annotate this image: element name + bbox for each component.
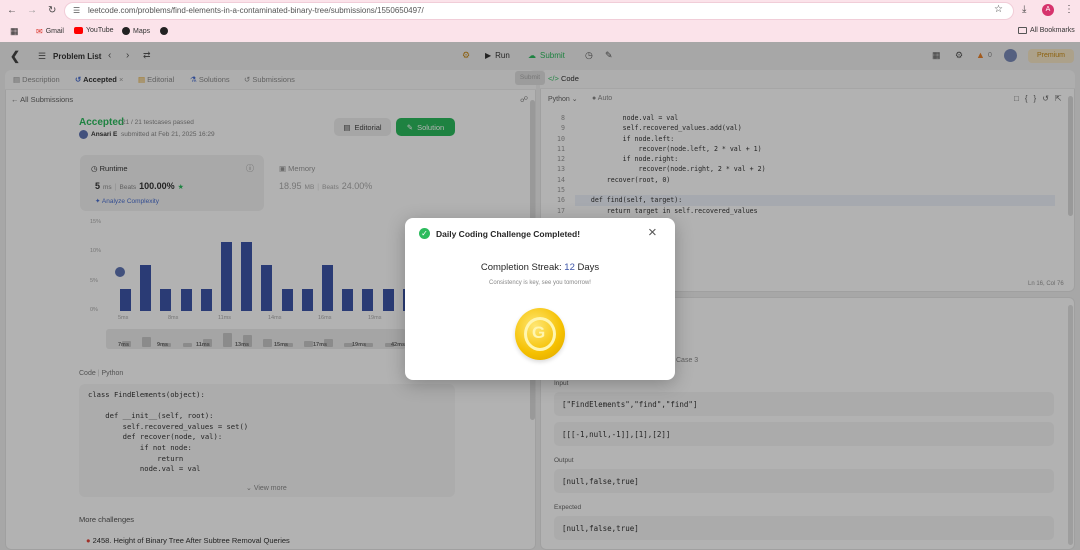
streak-value: 12	[564, 262, 575, 273]
star-icon[interactable]: ☆	[994, 4, 1003, 16]
check-circle-icon: ✓	[419, 228, 430, 239]
url-text: leetcode.com/problems/find-elements-in-a…	[88, 6, 424, 15]
modal-title: Daily Coding Challenge Completed!	[436, 229, 581, 239]
daily-challenge-modal: ✓ Daily Coding Challenge Completed! × Co…	[405, 218, 675, 380]
bookmark-maps[interactable]: Maps	[122, 27, 150, 35]
back-icon[interactable]: ←	[7, 5, 17, 17]
maps-icon	[122, 27, 130, 35]
streak-unit: Days	[577, 262, 600, 273]
modal-subtitle: Consistency is key, see you tomorrow!	[489, 280, 591, 286]
leetcode-coin-icon: G	[515, 308, 565, 360]
all-bookmarks[interactable]: All Bookmarks	[1018, 27, 1075, 34]
bookmark-youtube[interactable]: YouTube	[74, 27, 114, 34]
apps-grid-icon[interactable]: ▦	[10, 26, 19, 37]
bookmark-site[interactable]	[160, 27, 168, 35]
youtube-icon	[74, 27, 83, 34]
close-icon[interactable]: ×	[648, 224, 657, 241]
download-icon[interactable]: ⤓	[1022, 4, 1026, 16]
reload-icon[interactable]: ↻	[48, 5, 56, 17]
site-info-icon[interactable]: ☰	[73, 6, 80, 15]
coin-logo: G	[532, 323, 546, 342]
globe-icon	[160, 27, 168, 35]
forward-icon[interactable]: →	[27, 5, 37, 17]
bookmark-gmail[interactable]: ✉ Gmail	[36, 27, 64, 36]
streak-line: Completion Streak: 12 Days	[405, 262, 675, 273]
gmail-icon: ✉	[36, 27, 43, 36]
menu-dots-icon[interactable]: ⋮	[1064, 4, 1074, 16]
profile-avatar[interactable]: A	[1042, 4, 1054, 16]
bookmark-label: YouTube	[86, 27, 114, 34]
bookmark-label: Gmail	[45, 28, 64, 35]
folder-icon	[1018, 27, 1027, 34]
bookmark-label: Maps	[133, 27, 151, 35]
all-bookmarks-label: All Bookmarks	[1030, 27, 1075, 34]
streak-label: Completion Streak:	[480, 262, 562, 273]
